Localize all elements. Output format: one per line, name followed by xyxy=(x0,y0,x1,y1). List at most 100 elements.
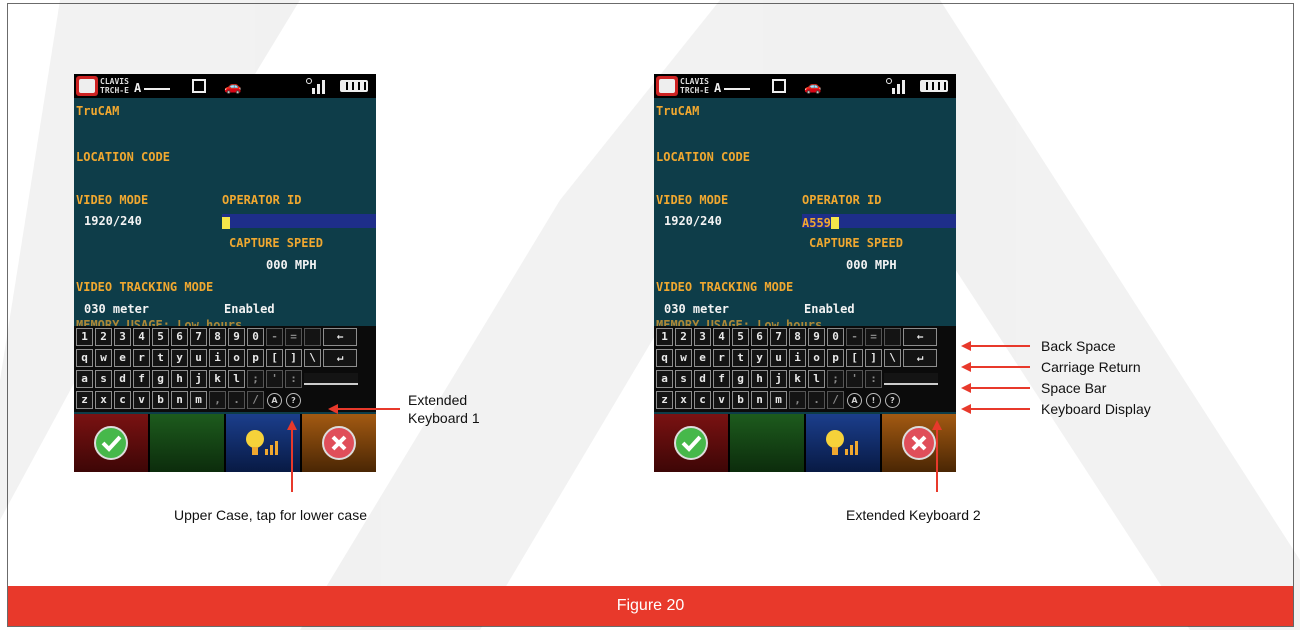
key[interactable]: y xyxy=(751,349,768,367)
shift-toggle-key[interactable]: A xyxy=(266,391,283,409)
key[interactable]: n xyxy=(751,391,768,409)
key[interactable]: t xyxy=(732,349,749,367)
key[interactable]: = xyxy=(285,328,302,346)
key[interactable]: p xyxy=(247,349,264,367)
key[interactable]: i xyxy=(209,349,226,367)
key[interactable]: l xyxy=(808,370,825,388)
key[interactable]: , xyxy=(209,391,226,409)
key[interactable]: l xyxy=(228,370,245,388)
key[interactable]: k xyxy=(209,370,226,388)
key[interactable]: 6 xyxy=(171,328,188,346)
key[interactable]: c xyxy=(694,391,711,409)
key[interactable]: c xyxy=(114,391,131,409)
key[interactable]: m xyxy=(190,391,207,409)
key[interactable]: 2 xyxy=(675,328,692,346)
key[interactable]: [ xyxy=(846,349,863,367)
key[interactable]: o xyxy=(228,349,245,367)
key[interactable]: 9 xyxy=(228,328,245,346)
key[interactable]: u xyxy=(190,349,207,367)
key[interactable]: / xyxy=(247,391,264,409)
operator-id-input[interactable]: A559 xyxy=(802,214,956,230)
key[interactable]: ' xyxy=(266,370,283,388)
space-bar-key[interactable] xyxy=(884,373,938,385)
carriage-return-key[interactable]: ↵ xyxy=(323,349,357,367)
confirm-button[interactable] xyxy=(654,414,728,472)
key[interactable]: 8 xyxy=(209,328,226,346)
key[interactable]: g xyxy=(152,370,169,388)
key[interactable]: , xyxy=(789,391,806,409)
key[interactable]: r xyxy=(133,349,150,367)
key[interactable]: 7 xyxy=(770,328,787,346)
key[interactable]: k xyxy=(789,370,806,388)
cancel-button[interactable] xyxy=(302,414,376,472)
key[interactable]: e xyxy=(114,349,131,367)
key[interactable]: 5 xyxy=(152,328,169,346)
key[interactable]: a xyxy=(656,370,673,388)
key[interactable] xyxy=(304,328,321,346)
key[interactable]: [ xyxy=(266,349,283,367)
key[interactable]: f xyxy=(133,370,150,388)
operator-id-input[interactable] xyxy=(222,214,376,229)
key[interactable]: 8 xyxy=(789,328,806,346)
extended-keyboard-1-key[interactable]: ? xyxy=(285,391,302,409)
key[interactable]: 3 xyxy=(694,328,711,346)
key[interactable]: s xyxy=(675,370,692,388)
key[interactable]: : xyxy=(865,370,882,388)
brightness-button[interactable] xyxy=(806,414,880,472)
brightness-button[interactable] xyxy=(226,414,300,472)
confirm-button[interactable] xyxy=(74,414,148,472)
key[interactable]: 9 xyxy=(808,328,825,346)
key[interactable]: 7 xyxy=(190,328,207,346)
key[interactable]: ' xyxy=(846,370,863,388)
key[interactable]: j xyxy=(190,370,207,388)
key[interactable]: e xyxy=(694,349,711,367)
key[interactable]: j xyxy=(770,370,787,388)
key[interactable]: z xyxy=(656,391,673,409)
key[interactable]: 1 xyxy=(76,328,93,346)
carriage-return-key[interactable]: ↵ xyxy=(903,349,937,367)
key[interactable]: n xyxy=(171,391,188,409)
key[interactable]: 3 xyxy=(114,328,131,346)
key[interactable]: b xyxy=(732,391,749,409)
key[interactable]: v xyxy=(133,391,150,409)
key[interactable]: a xyxy=(76,370,93,388)
key[interactable]: d xyxy=(694,370,711,388)
key[interactable]: d xyxy=(114,370,131,388)
key[interactable]: y xyxy=(171,349,188,367)
key[interactable]: o xyxy=(808,349,825,367)
key[interactable]: 1 xyxy=(656,328,673,346)
key[interactable]: r xyxy=(713,349,730,367)
key[interactable]: \ xyxy=(304,349,321,367)
key[interactable]: f xyxy=(713,370,730,388)
backspace-key[interactable]: ← xyxy=(903,328,937,346)
key[interactable]: 4 xyxy=(713,328,730,346)
key[interactable]: : xyxy=(285,370,302,388)
space-bar-key[interactable] xyxy=(304,373,358,385)
extended-keyboard-2-key[interactable]: ! xyxy=(865,391,882,409)
key[interactable]: - xyxy=(266,328,283,346)
key[interactable]: w xyxy=(95,349,112,367)
key[interactable]: z xyxy=(76,391,93,409)
key[interactable]: 0 xyxy=(827,328,844,346)
key[interactable]: v xyxy=(713,391,730,409)
key[interactable]: 5 xyxy=(732,328,749,346)
key[interactable]: h xyxy=(171,370,188,388)
key[interactable] xyxy=(884,328,901,346)
blank-soft-button[interactable] xyxy=(150,414,224,472)
key[interactable]: x xyxy=(95,391,112,409)
key[interactable]: p xyxy=(827,349,844,367)
key[interactable]: g xyxy=(732,370,749,388)
key[interactable]: b xyxy=(152,391,169,409)
key[interactable]: q xyxy=(656,349,673,367)
key[interactable]: ; xyxy=(827,370,844,388)
key[interactable]: t xyxy=(152,349,169,367)
key[interactable]: ] xyxy=(865,349,882,367)
key[interactable]: u xyxy=(770,349,787,367)
key[interactable]: w xyxy=(675,349,692,367)
key[interactable]: . xyxy=(228,391,245,409)
key[interactable]: 0 xyxy=(247,328,264,346)
key[interactable]: x xyxy=(675,391,692,409)
key[interactable]: s xyxy=(95,370,112,388)
key[interactable]: / xyxy=(827,391,844,409)
cancel-button[interactable] xyxy=(882,414,956,472)
